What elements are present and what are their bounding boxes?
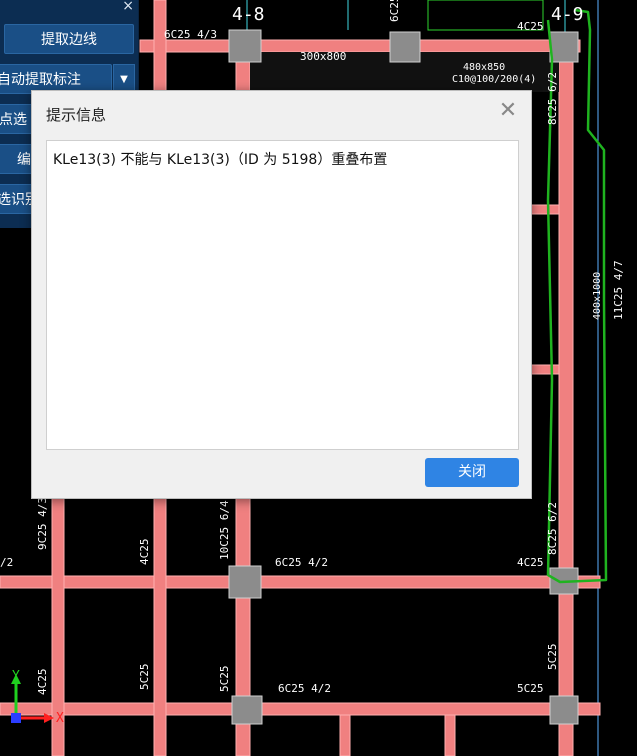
column-4-8-top	[228, 29, 262, 63]
axis-label-4-8: 4-8	[232, 4, 265, 25]
beam-v6	[444, 714, 456, 756]
ucs-label-x: X	[56, 711, 64, 726]
annot-8: 11C25 4/7	[612, 260, 625, 320]
annot-9: 9C25 4/3	[36, 497, 49, 550]
annot-1: 6C25 4/3	[164, 28, 217, 41]
annot-3: 300x800	[300, 50, 346, 63]
ucs-label-y: Y	[12, 669, 20, 684]
column-4-9-top	[549, 31, 579, 63]
panel-close-icon[interactable]: ×	[122, 0, 134, 14]
annot-21: 5C25	[218, 666, 231, 693]
beam-v4	[558, 39, 574, 756]
annot-11: 10C25 6/4	[218, 500, 231, 560]
beam-top	[139, 39, 581, 53]
annot-2: 4C25	[517, 20, 544, 33]
close-button[interactable]: 关闭	[425, 458, 519, 487]
annot-12: 6C25 4/2	[275, 556, 328, 569]
annot-20: /2	[0, 556, 13, 569]
annot-10: 4C25	[138, 539, 151, 566]
column-mid-top	[389, 31, 421, 63]
dialog-title: 提示信息	[46, 106, 107, 124]
annot-7: 400x1000	[592, 272, 603, 320]
beam-v5	[339, 714, 351, 756]
message-area: KLe13(3) 不能与 KLe13(3)（ID 为 5198）重叠布置	[46, 140, 519, 450]
annot-19: 5C25	[517, 682, 544, 695]
annot-6: 8C25 6/2	[546, 72, 559, 125]
annot-0: 6C25	[388, 0, 401, 22]
column-4-8-bottom	[231, 695, 263, 725]
annot-14: 8C25 6/2	[546, 502, 559, 555]
annot-18: 6C25 4/2	[278, 682, 331, 695]
extract-edge-button[interactable]: 提取边线	[4, 24, 134, 54]
beam-bottom	[0, 702, 601, 716]
annot-17: 5C25	[138, 664, 151, 691]
message-text: KLe13(3) 不能与 KLe13(3)（ID 为 5198）重叠布置	[53, 152, 388, 168]
annot-13: 4C25	[517, 556, 544, 569]
annot-15: 5C25	[546, 644, 559, 671]
column-4-8-mid	[228, 565, 262, 599]
axis-label-4-9: 4-9	[551, 4, 584, 25]
column-4-9-bottom	[549, 695, 579, 725]
annot-4: 480x850	[463, 62, 505, 73]
annot-16: 4C25	[36, 669, 49, 696]
message-dialog: 提示信息 ✕ KLe13(3) 不能与 KLe13(3)（ID 为 5198）重…	[31, 90, 532, 499]
close-icon[interactable]: ✕	[496, 97, 520, 125]
beam-middle	[0, 575, 601, 589]
annot-5: C10@100/200(4)	[452, 74, 536, 85]
